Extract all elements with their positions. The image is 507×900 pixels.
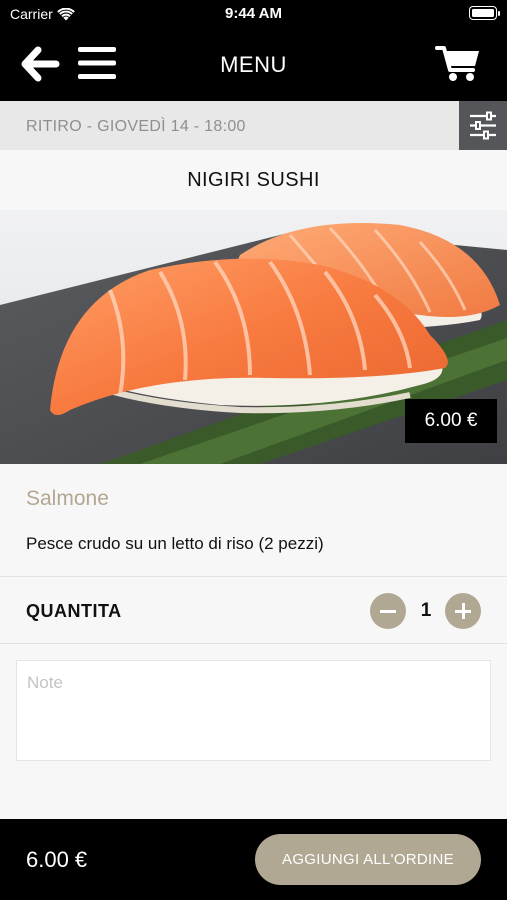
product-name: Salmone: [26, 487, 109, 510]
quantity-value: 1: [420, 600, 432, 621]
quantity-label: QUANTITA: [26, 601, 122, 621]
price-tag: 6.00 €: [405, 399, 497, 443]
category-title: NIGIRI SUSHI: [0, 150, 507, 210]
order-total: 6.00 €: [26, 847, 88, 872]
hamburger-icon: [78, 47, 116, 79]
notes-field[interactable]: [16, 660, 491, 761]
back-arrow-icon: [21, 46, 60, 82]
order-footer: 6.00 € AGGIUNGI ALL'ORDINE: [0, 819, 507, 900]
back-button[interactable]: [20, 46, 60, 82]
increase-quantity-button[interactable]: [445, 593, 481, 629]
shopping-cart-icon: [435, 46, 479, 81]
add-to-order-button[interactable]: AGGIUNGI ALL'ORDINE: [255, 834, 481, 885]
menu-button[interactable]: [76, 44, 118, 82]
cart-button[interactable]: [435, 44, 481, 84]
battery-icon: [469, 6, 500, 20]
nav-bar: MENU: [0, 28, 507, 101]
status-time: 9:44 AM: [225, 5, 282, 22]
product-photo: 6.00 €: [0, 210, 507, 464]
pickup-bar: RITIRO - GIOVEDÌ 14 - 18:00: [0, 101, 507, 150]
sliders-icon: [470, 111, 496, 140]
quantity-row: QUANTITA 1: [0, 576, 507, 644]
pickup-label: RITIRO - GIOVEDÌ 14 - 18:00: [26, 118, 246, 135]
filter-button[interactable]: [459, 101, 507, 150]
product-description: Pesce crudo su un letto di riso (2 pezzi…: [26, 534, 324, 553]
status-bar: Carrier 9:44 AM: [0, 0, 507, 28]
decrease-quantity-button[interactable]: [370, 593, 406, 629]
product-info: Salmone Pesce crudo su un letto di riso …: [0, 464, 507, 576]
